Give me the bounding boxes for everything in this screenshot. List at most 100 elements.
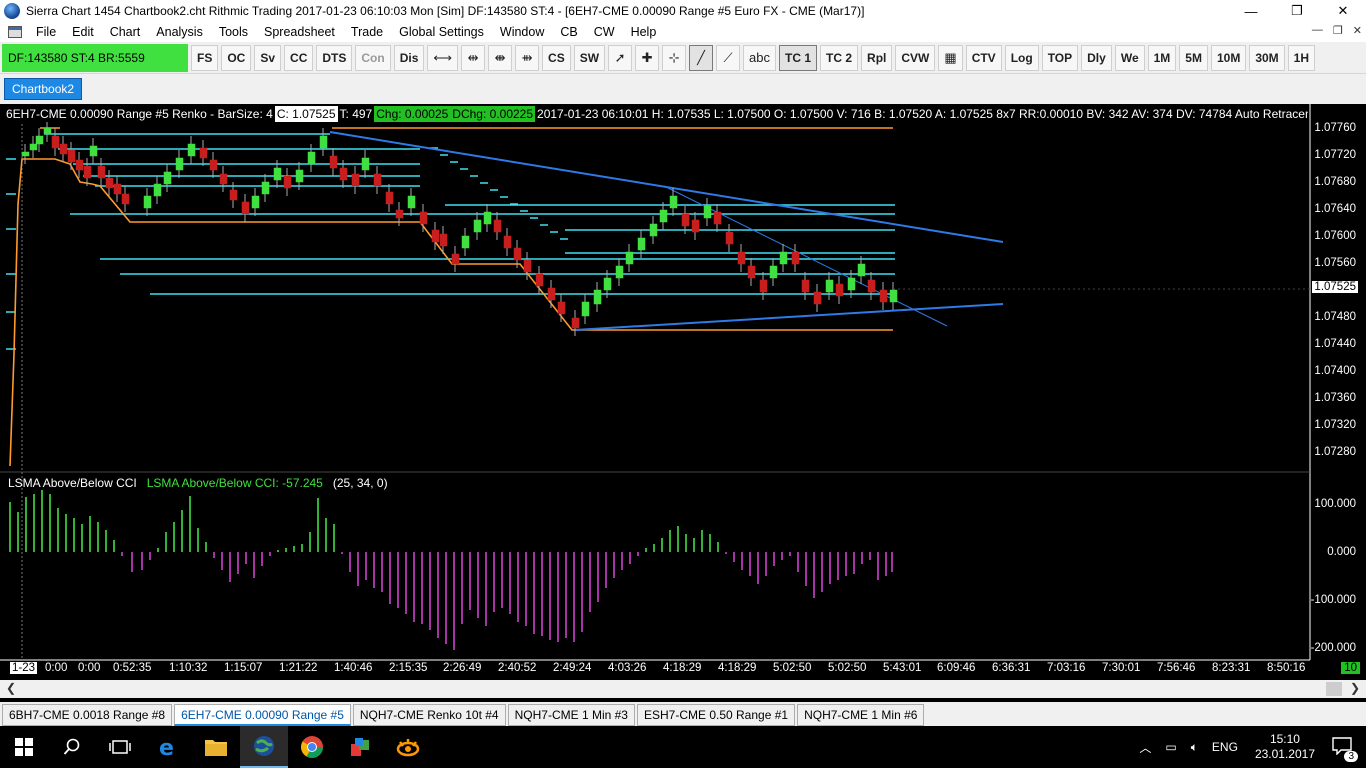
toolbar-button-dts[interactable]: DTS: [316, 44, 353, 71]
toolbar-button-oc[interactable]: OC: [221, 44, 252, 71]
action-center-icon[interactable]: 3: [1332, 736, 1358, 762]
crosshair-icon[interactable]: ✚: [635, 44, 660, 71]
down-candle: [791, 251, 800, 265]
toolbar-button-5m[interactable]: 5M: [1179, 44, 1208, 71]
horizontal-scrollbar[interactable]: ❮ ❯: [0, 680, 1366, 698]
values-icon[interactable]: ⊹: [662, 44, 687, 71]
toolbar-button-ctv[interactable]: CTV: [965, 44, 1002, 71]
toolbar-button-30m[interactable]: 30M: [1249, 44, 1285, 71]
chart-tab[interactable]: 6BH7-CME 0.0018 Range #8: [2, 704, 173, 726]
scrollbar-thumb[interactable]: [1326, 682, 1342, 696]
line-tool-icon[interactable]: ╱: [689, 44, 714, 71]
toolbar-button-cs[interactable]: CS: [542, 44, 571, 71]
toolbar-button-rpl[interactable]: Rpl: [861, 44, 893, 71]
compress-icon[interactable]: ⇼: [488, 44, 513, 71]
toolbar-button-sw[interactable]: SW: [573, 44, 606, 71]
toolbar-button-10m[interactable]: 10M: [1210, 44, 1247, 71]
toolbar-button-cvw[interactable]: CVW: [895, 44, 936, 71]
scroll-right-icon[interactable]: ❯: [1350, 681, 1360, 695]
tradewindow-icon[interactable]: ▦: [938, 44, 963, 71]
language-indicator[interactable]: ENG: [1212, 740, 1238, 754]
menu-cw[interactable]: CW: [586, 25, 623, 39]
toolbar-button-con[interactable]: Con: [355, 44, 391, 71]
toolbar-button-dly[interactable]: Dly: [1081, 44, 1112, 71]
toolbar-button-tc-2[interactable]: TC 2: [820, 44, 859, 71]
show-hidden-icons-icon[interactable]: ︿: [1139, 739, 1151, 756]
menu-file[interactable]: File: [28, 25, 64, 39]
app2-icon[interactable]: [384, 726, 432, 768]
sierra-chart-icon[interactable]: [240, 726, 288, 768]
system-tray: ︿ ▭ 🔈︎ ENG 15:10 23.01.2017 3: [1132, 726, 1366, 768]
mdi-minimize-button[interactable]: —: [1312, 24, 1323, 37]
search-icon[interactable]: [48, 726, 96, 768]
mdi-close-button[interactable]: ✕: [1353, 24, 1362, 37]
toolbar-button-we[interactable]: We: [1114, 44, 1145, 71]
chart-tab[interactable]: NQH7-CME 1 Min #6: [797, 704, 925, 726]
connection-status[interactable]: DF:143580 ST:4 BR:5559: [2, 43, 188, 72]
price-chart[interactable]: [0, 104, 1366, 680]
menu-cb[interactable]: CB: [552, 25, 585, 39]
down-candle: [67, 149, 76, 163]
toolbar-button-log[interactable]: Log: [1004, 44, 1039, 71]
volume-icon[interactable]: 🔈︎: [1191, 740, 1198, 755]
toolbar-button-tc-1[interactable]: TC 1: [779, 44, 818, 71]
scale-icon[interactable]: ⇻: [515, 44, 540, 71]
menu-help[interactable]: Help: [623, 25, 665, 39]
menu-chart[interactable]: Chart: [102, 25, 149, 39]
chart-tab[interactable]: NQH7-CME Renko 10t #4: [352, 704, 506, 726]
chart-window-icon[interactable]: [8, 26, 22, 38]
chrome-icon[interactable]: [288, 726, 336, 768]
time-axis-label: 8:50:16: [1267, 662, 1306, 674]
toolbar-button-cc[interactable]: CC: [284, 44, 314, 71]
down-candle: [747, 265, 756, 279]
time-axis-label: 1:10:32: [169, 662, 208, 674]
task-view-icon[interactable]: [96, 726, 144, 768]
expand-icon[interactable]: ⇹: [461, 44, 486, 71]
mdi-restore-button[interactable]: ❐: [1333, 24, 1343, 37]
edge-icon[interactable]: e: [144, 726, 192, 768]
windows-taskbar: e ︿ ▭ 🔈︎ ENG 15:10 23.01.2017 3: [0, 726, 1366, 768]
text-tool-icon[interactable]: abc: [743, 44, 777, 71]
menu-global-settings[interactable]: Global Settings: [391, 25, 492, 39]
toolbar-button-1m[interactable]: 1M: [1147, 44, 1177, 71]
file-explorer-icon[interactable]: [192, 726, 240, 768]
clock[interactable]: 15:10 23.01.2017: [1255, 732, 1315, 762]
minimize-button[interactable]: —: [1228, 0, 1274, 22]
chart-tab[interactable]: NQH7-CME 1 Min #3: [507, 704, 635, 726]
menu-edit[interactable]: Edit: [64, 25, 102, 39]
restore-button[interactable]: ❐: [1274, 0, 1320, 22]
time-axis[interactable]: 10 1-23 0:00 0:00 0:52:35 1:10:32 1:15:07 1:21…: [0, 662, 1366, 678]
chartbook-tab[interactable]: Chartbook2: [4, 78, 83, 100]
pointer-icon[interactable]: ➚: [608, 44, 633, 71]
ray-tool-icon[interactable]: ⟋: [716, 44, 741, 71]
toolbar-button-top[interactable]: TOP: [1041, 44, 1079, 71]
down-candle: [813, 291, 822, 305]
scroll-left-icon[interactable]: ❮: [6, 681, 16, 695]
fit-icon[interactable]: ⟷: [427, 44, 459, 71]
windows-start-icon[interactable]: [0, 726, 48, 768]
toolbar-button-fs[interactable]: FS: [191, 44, 219, 71]
toolbar-button-dis[interactable]: Dis: [393, 44, 425, 71]
menu-tools[interactable]: Tools: [211, 25, 256, 39]
toolbar-button-1h[interactable]: 1H: [1287, 44, 1315, 71]
down-candle: [373, 173, 382, 187]
down-candle: [83, 165, 92, 179]
chart-tab[interactable]: 6EH7-CME 0.00090 Range #5: [174, 704, 351, 726]
menu-analysis[interactable]: Analysis: [148, 25, 211, 39]
time-axis-label: 2:40:52: [498, 662, 537, 674]
up-candle: [483, 211, 492, 225]
menu-spreadsheet[interactable]: Spreadsheet: [256, 25, 343, 39]
menu-window[interactable]: Window: [492, 25, 552, 39]
app-icon[interactable]: [336, 726, 384, 768]
down-candle: [835, 283, 844, 297]
price-axis-label: 1.07760: [1314, 122, 1356, 134]
network-icon[interactable]: ▭: [1165, 740, 1176, 754]
up-candle: [637, 237, 646, 251]
menu-trade[interactable]: Trade: [343, 25, 391, 39]
time-axis-label: 7:03:16: [1047, 662, 1086, 674]
chart-region[interactable]: 6EH7-CME 0.00090 Range #5 Renko - BarSiz…: [0, 104, 1366, 680]
close-button[interactable]: ✕: [1320, 0, 1366, 22]
chart-tab[interactable]: ESH7-CME 0.50 Range #1: [636, 704, 796, 726]
toolbar-button-sv[interactable]: Sv: [254, 44, 282, 71]
down-candle: [385, 191, 394, 205]
